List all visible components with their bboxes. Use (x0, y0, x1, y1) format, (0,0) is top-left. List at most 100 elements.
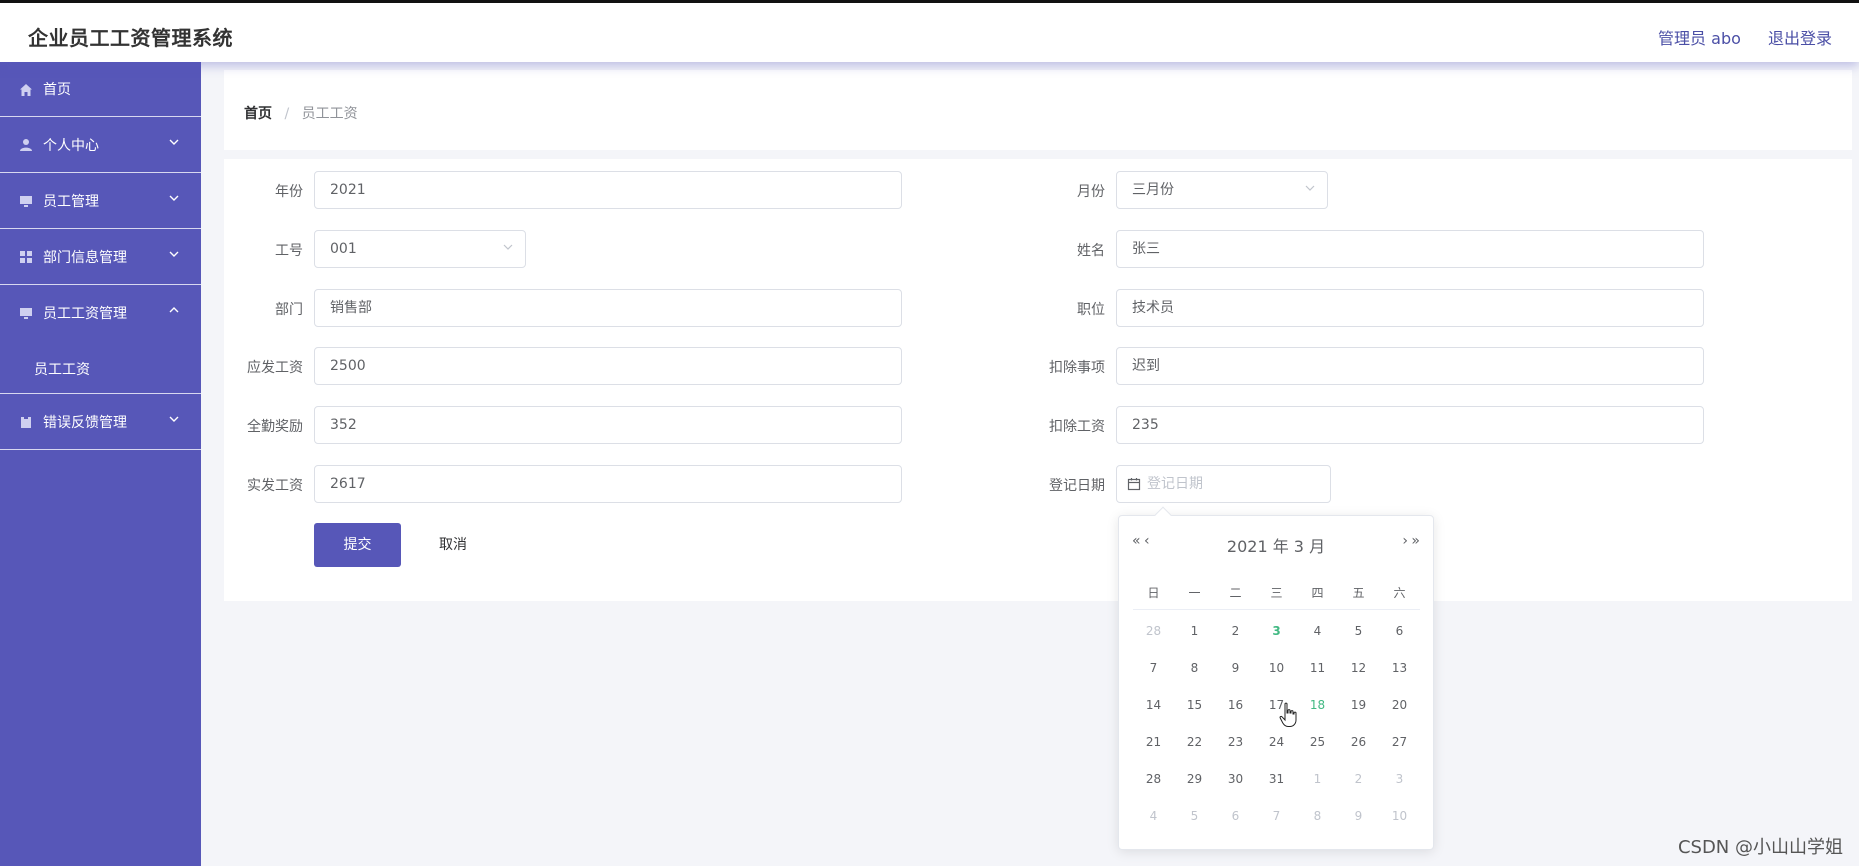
date-cell[interactable]: 23 (1215, 732, 1256, 769)
month-select[interactable]: 三月份 (1116, 171, 1328, 209)
date-cell[interactable]: 7 (1133, 658, 1174, 695)
date-cell[interactable]: 30 (1215, 769, 1256, 806)
date-cell[interactable]: 14 (1133, 695, 1174, 732)
position-label: 职位 (1077, 302, 1105, 318)
app-title: 企业员工工资管理系统 (28, 26, 233, 50)
attendance-bonus-input[interactable]: 352 (314, 406, 902, 444)
weekday-label: 六 (1393, 586, 1406, 600)
deduction-item-label: 扣除事项 (1049, 360, 1105, 376)
date-cell[interactable]: 27 (1379, 732, 1420, 769)
date-cell[interactable]: 10 (1256, 658, 1297, 695)
date-cell[interactable]: 3 (1379, 769, 1420, 806)
chevron-up-icon (169, 307, 179, 313)
date-cell[interactable]: 20 (1379, 695, 1420, 732)
registration-date-placeholder: 登记日期 (1147, 476, 1203, 492)
sidebar-item-feedback-management[interactable]: 错误反馈管理 (0, 394, 201, 450)
sidebar: 首页 个人中心 员工管理 部门信息管理 员工工资管理 员工工资 错误反馈管理 (0, 62, 201, 866)
date-cell[interactable]: 28 (1133, 621, 1174, 658)
date-cell-hovered[interactable]: 18 (1297, 695, 1338, 732)
date-cell[interactable]: 10 (1379, 806, 1420, 843)
top-right-actions: 管理员 abo 退出登录 (1636, 25, 1832, 49)
date-row: 28 29 30 31 1 2 3 (1133, 769, 1420, 806)
date-cell[interactable]: 6 (1215, 806, 1256, 843)
deduction-amount-input[interactable]: 235 (1116, 406, 1704, 444)
department-input[interactable]: 销售部 (314, 289, 902, 327)
date-cell[interactable]: 6 (1379, 621, 1420, 658)
date-cell[interactable]: 11 (1297, 658, 1338, 695)
date-cell[interactable]: 9 (1338, 806, 1379, 843)
name-input[interactable]: 张三 (1116, 230, 1704, 268)
date-cell[interactable]: 1 (1174, 621, 1215, 658)
date-cell[interactable]: 9 (1215, 658, 1256, 695)
breadcrumb-home[interactable]: 首页 (244, 106, 272, 122)
sidebar-subitem-label: 员工工资 (34, 362, 90, 378)
date-cell[interactable]: 22 (1174, 732, 1215, 769)
sidebar-item-salary-management[interactable]: 员工工资管理 (0, 285, 201, 341)
sidebar-item-personal-center[interactable]: 个人中心 (0, 117, 201, 173)
next-month-button[interactable]: › (1402, 533, 1408, 549)
breadcrumb: 首页 / 员工工资 (244, 103, 358, 123)
sidebar-item-home[interactable]: 首页 (0, 62, 201, 117)
date-cell[interactable]: 8 (1297, 806, 1338, 843)
breadcrumb-current: 员工工资 (301, 106, 358, 122)
weekday-label: 四 (1311, 586, 1324, 600)
top-bar: 企业员工工资管理系统 管理员 abo 退出登录 (0, 0, 1859, 62)
deduction-item-input[interactable]: 迟到 (1116, 347, 1704, 385)
net-salary-input[interactable]: 2617 (314, 465, 902, 503)
monitor-icon (20, 196, 32, 207)
logout-link[interactable]: 退出登录 (1768, 29, 1832, 48)
date-cell[interactable]: 25 (1297, 732, 1338, 769)
date-cell[interactable]: 21 (1133, 732, 1174, 769)
sidebar-item-label: 错误反馈管理 (43, 415, 127, 431)
year-input[interactable]: 2021 (314, 171, 902, 209)
date-row: 14 15 16 17 18 19 20 (1133, 695, 1420, 732)
date-row: 4 5 6 7 8 9 10 (1133, 806, 1420, 843)
date-cell[interactable]: 29 (1174, 769, 1215, 806)
name-label: 姓名 (1077, 243, 1105, 259)
chevron-down-icon (503, 244, 513, 250)
next-year-button[interactable]: » (1411, 533, 1420, 549)
chevron-down-icon (169, 139, 179, 145)
user-name[interactable]: 管理员 abo (1658, 29, 1741, 48)
date-cell[interactable]: 31 (1256, 769, 1297, 806)
date-cell[interactable]: 2 (1215, 621, 1256, 658)
date-cell[interactable]: 12 (1338, 658, 1379, 695)
date-cell[interactable]: 15 (1174, 695, 1215, 732)
date-cell[interactable]: 24 (1256, 732, 1297, 769)
date-cell[interactable]: 5 (1174, 806, 1215, 843)
date-cell[interactable]: 4 (1297, 621, 1338, 658)
breadcrumb-card: 首页 / 员工工资 (224, 70, 1852, 150)
employee-number-select[interactable]: 001 (314, 230, 526, 268)
sidebar-subitem-employee-salary[interactable]: 员工工资 (0, 341, 201, 394)
sidebar-item-employee-management[interactable]: 员工管理 (0, 173, 201, 229)
registration-date-label: 登记日期 (1049, 478, 1105, 494)
date-cell[interactable]: 2 (1338, 769, 1379, 806)
date-cell[interactable]: 13 (1379, 658, 1420, 695)
date-cell[interactable]: 26 (1338, 732, 1379, 769)
date-cell[interactable]: 1 (1297, 769, 1338, 806)
submit-button[interactable]: 提交 (314, 523, 401, 567)
gross-salary-label: 应发工资 (247, 360, 303, 376)
date-cell[interactable]: 4 (1133, 806, 1174, 843)
cancel-button[interactable]: 取消 (423, 523, 483, 567)
weekday-label: 日 (1147, 586, 1160, 600)
date-cell[interactable]: 19 (1338, 695, 1379, 732)
weekday-label: 三 (1270, 586, 1283, 600)
date-cell[interactable]: 8 (1174, 658, 1215, 695)
registration-date-input[interactable]: 登记日期 (1116, 465, 1331, 503)
date-cell[interactable]: 5 (1338, 621, 1379, 658)
sidebar-item-department-management[interactable]: 部门信息管理 (0, 229, 201, 285)
breadcrumb-separator: / (284, 106, 290, 122)
date-cell-today[interactable]: 3 (1256, 621, 1297, 658)
position-input[interactable]: 技术员 (1116, 289, 1704, 327)
sidebar-item-label: 首页 (43, 82, 71, 98)
date-cell[interactable]: 7 (1256, 806, 1297, 843)
date-picker-title: 2021 年 3 月 (1226, 537, 1326, 556)
date-cell[interactable]: 28 (1133, 769, 1174, 806)
department-label: 部门 (275, 302, 303, 318)
month-value: 三月份 (1132, 182, 1174, 198)
chevron-down-icon (169, 195, 179, 201)
clipboard-icon (21, 416, 31, 428)
date-cell[interactable]: 16 (1215, 695, 1256, 732)
gross-salary-input[interactable]: 2500 (314, 347, 902, 385)
